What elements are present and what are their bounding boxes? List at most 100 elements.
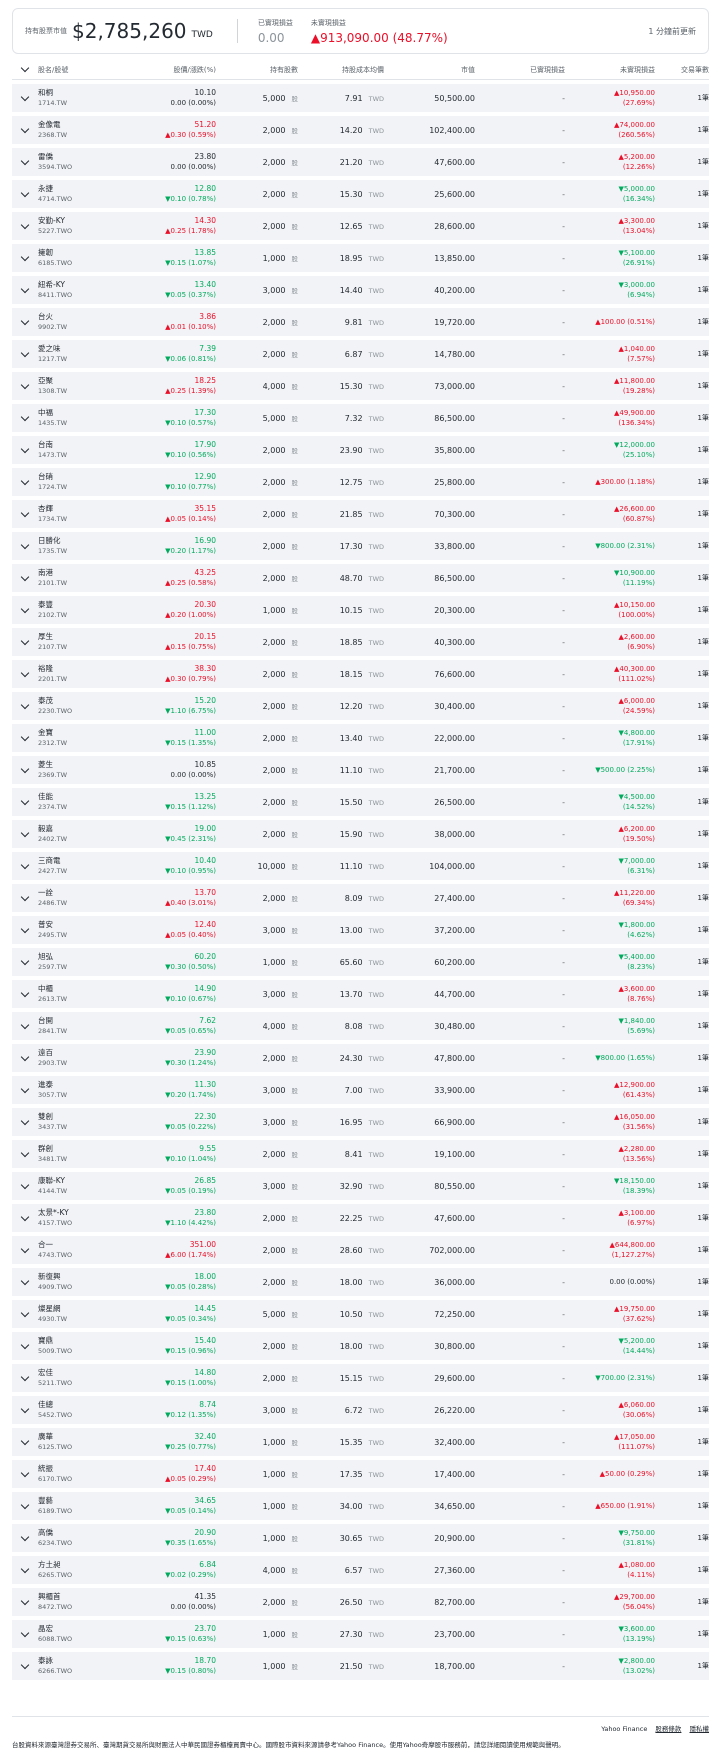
stock-name-cell[interactable]: 台開 2841.TW — [38, 1016, 108, 1036]
row-expand-toggle[interactable] — [12, 668, 38, 677]
table-row[interactable]: 佳能 2374.TW 13.25 ▼0.15 (1.12%) 2,000 股 15.50 TW… — [12, 788, 709, 816]
stock-name[interactable]: 群創 — [38, 1144, 108, 1154]
stock-name[interactable]: 台火 — [38, 312, 108, 322]
stock-name-cell[interactable]: 一詮 2486.TW — [38, 888, 108, 908]
table-row[interactable]: 台硝 1724.TW 12.90 ▼0.10 (0.77%) 2,000 股 12.75 TW… — [12, 468, 709, 496]
trade-count-link[interactable]: 1筆 — [655, 509, 709, 519]
row-expand-toggle[interactable] — [12, 1564, 38, 1573]
stock-name[interactable]: 金寶 — [38, 728, 108, 738]
row-expand-toggle[interactable] — [12, 1660, 38, 1669]
stock-name[interactable]: 晶宏 — [38, 1624, 108, 1634]
stock-name-cell[interactable]: 遠百 2903.TW — [38, 1048, 108, 1068]
stock-name-cell[interactable]: 菱生 2369.TW — [38, 760, 108, 780]
trade-count-link[interactable]: 1筆 — [655, 637, 709, 647]
stock-name[interactable]: 裕隆 — [38, 664, 108, 674]
row-expand-toggle[interactable] — [12, 220, 38, 229]
trade-count-link[interactable]: 1筆 — [655, 861, 709, 871]
trade-count-link[interactable]: 1筆 — [655, 829, 709, 839]
stock-name[interactable]: 方土昶 — [38, 1560, 108, 1570]
row-expand-toggle[interactable] — [12, 860, 38, 869]
stock-name-cell[interactable]: 方土昶 6265.TWO — [38, 1560, 108, 1580]
trade-count-link[interactable]: 1筆 — [655, 797, 709, 807]
stock-name[interactable]: 雙創 — [38, 1112, 108, 1122]
stock-name-cell[interactable]: 泰詠 6266.TWO — [38, 1656, 108, 1676]
table-row[interactable]: 中櫃 2613.TW 14.90 ▼0.10 (0.67%) 3,000 股 13.70 TW… — [12, 980, 709, 1008]
trade-count-link[interactable]: 1筆 — [655, 477, 709, 487]
row-expand-toggle[interactable] — [12, 1340, 38, 1349]
stock-name-cell[interactable]: 永捷 4714.TWO — [38, 184, 108, 204]
trade-count-link[interactable]: 1筆 — [655, 317, 709, 327]
header-name[interactable]: 股名/股號 — [38, 65, 108, 75]
footer-privacy-link[interactable]: 隱私權 — [690, 1725, 710, 1733]
stock-name[interactable]: 太景*-KY — [38, 1208, 108, 1218]
stock-name-cell[interactable]: 泰茂 2230.TWO — [38, 696, 108, 716]
table-row[interactable]: 擁韌 6185.TWO 13.85 ▼0.15 (1.07%) 1,000 股 18.95 T… — [12, 244, 709, 272]
row-expand-toggle[interactable] — [12, 892, 38, 901]
table-row[interactable]: 晶宏 6088.TWO 23.70 ▼0.15 (0.63%) 1,000 股 27.30 T… — [12, 1620, 709, 1648]
table-row[interactable]: 台火 9902.TW 3.86 ▲0.01 (0.10%) 2,000 股 9.81 TWD 1… — [12, 308, 709, 336]
row-expand-toggle[interactable] — [12, 508, 38, 517]
stock-name[interactable]: 台硝 — [38, 472, 108, 482]
stock-name[interactable]: 寶鼎 — [38, 1336, 108, 1346]
stock-name-cell[interactable]: 台火 9902.TW — [38, 312, 108, 332]
trade-count-link[interactable]: 1筆 — [655, 893, 709, 903]
stock-name[interactable]: 金像電 — [38, 120, 108, 130]
table-row[interactable]: 豐藝 6189.TWO 34.65 ▼0.05 (0.14%) 1,000 股 34.00 T… — [12, 1492, 709, 1520]
trade-count-link[interactable]: 1筆 — [655, 1373, 709, 1383]
row-expand-toggle[interactable] — [12, 1084, 38, 1093]
trade-count-link[interactable]: 1筆 — [655, 1021, 709, 1031]
trade-count-link[interactable]: 1筆 — [655, 1213, 709, 1223]
stock-name-cell[interactable]: 太景*-KY 4157.TWO — [38, 1208, 108, 1228]
table-row[interactable]: 方土昶 6265.TWO 6.84 ▼0.02 (0.29%) 4,000 股 6.57 TW… — [12, 1556, 709, 1584]
trade-count-link[interactable]: 1筆 — [655, 189, 709, 199]
trade-count-link[interactable]: 1筆 — [655, 765, 709, 775]
table-row[interactable]: 台南 1473.TW 17.90 ▼0.10 (0.56%) 2,000 股 23.90 TW… — [12, 436, 709, 464]
row-expand-toggle[interactable] — [12, 604, 38, 613]
header-price[interactable]: 股價/漲跌(%) — [108, 65, 216, 75]
stock-name-cell[interactable]: 金像電 2368.TW — [38, 120, 108, 140]
stock-name-cell[interactable]: 擁韌 6185.TWO — [38, 248, 108, 268]
row-expand-toggle[interactable] — [12, 92, 38, 101]
trade-count-link[interactable]: 1筆 — [655, 1117, 709, 1127]
stock-name[interactable]: 遠百 — [38, 1048, 108, 1058]
trade-count-link[interactable]: 1筆 — [655, 957, 709, 967]
table-row[interactable]: 和桐 1714.TW 10.10 0.00 (0.00%) 5,000 股 7.91 TWD 5… — [12, 84, 709, 112]
row-expand-toggle[interactable] — [12, 924, 38, 933]
row-expand-toggle[interactable] — [12, 1052, 38, 1061]
table-row[interactable]: 佳總 5452.TWO 8.74 ▼0.12 (1.35%) 3,000 股 6.72 TWD… — [12, 1396, 709, 1424]
stock-name[interactable]: 進泰 — [38, 1080, 108, 1090]
trade-count-link[interactable]: 1筆 — [655, 1437, 709, 1447]
trade-count-link[interactable]: 1筆 — [655, 157, 709, 167]
stock-name[interactable]: 統振 — [38, 1464, 108, 1474]
trade-count-link[interactable]: 1筆 — [655, 1277, 709, 1287]
stock-name-cell[interactable]: 豐藝 6189.TWO — [38, 1496, 108, 1516]
row-expand-toggle[interactable] — [12, 828, 38, 837]
stock-name[interactable]: 佳總 — [38, 1400, 108, 1410]
stock-name[interactable]: 愛之味 — [38, 344, 108, 354]
row-expand-toggle[interactable] — [12, 1276, 38, 1285]
header-unrealized[interactable]: 未實現損益 — [565, 65, 655, 75]
table-row[interactable]: 紐希-KY 8411.TWO 13.40 ▼0.05 (0.37%) 3,000 股 14.… — [12, 276, 709, 304]
table-row[interactable]: 南港 2101.TW 43.25 ▲0.25 (0.58%) 2,000 股 48.70 TW… — [12, 564, 709, 592]
trade-count-link[interactable]: 1筆 — [655, 349, 709, 359]
stock-name-cell[interactable]: 佳總 5452.TWO — [38, 1400, 108, 1420]
stock-name-cell[interactable]: 普安 2495.TW — [38, 920, 108, 940]
table-row[interactable]: 雷僑 3594.TWO 23.80 0.00 (0.00%) 2,000 股 21.20 TW… — [12, 148, 709, 176]
row-expand-toggle[interactable] — [12, 252, 38, 261]
stock-name[interactable]: 杏輝 — [38, 504, 108, 514]
stock-name-cell[interactable]: 杏輝 1734.TW — [38, 504, 108, 524]
table-row[interactable]: 廣華 6125.TWO 32.40 ▼0.25 (0.77%) 1,000 股 15.35 T… — [12, 1428, 709, 1456]
table-row[interactable]: 宏佳 5211.TWO 14.80 ▼0.15 (1.00%) 2,000 股 15.15 T… — [12, 1364, 709, 1392]
stock-name-cell[interactable]: 新復興 4909.TWO — [38, 1272, 108, 1292]
trade-count-link[interactable]: 1筆 — [655, 1533, 709, 1543]
expand-all-toggle[interactable] — [12, 63, 38, 73]
stock-name[interactable]: 燦星網 — [38, 1304, 108, 1314]
stock-name-cell[interactable]: 寶鼎 5009.TWO — [38, 1336, 108, 1356]
stock-name-cell[interactable]: 合一 4743.TWO — [38, 1240, 108, 1260]
trade-count-link[interactable]: 1筆 — [655, 1245, 709, 1255]
table-row[interactable]: 泰茂 2230.TWO 15.20 ▼1.10 (6.75%) 2,000 股 12.20 T… — [12, 692, 709, 720]
trade-count-link[interactable]: 1筆 — [655, 1053, 709, 1063]
stock-name[interactable]: 廣華 — [38, 1432, 108, 1442]
stock-name-cell[interactable]: 燦星網 4930.TW — [38, 1304, 108, 1324]
stock-name[interactable]: 台南 — [38, 440, 108, 450]
